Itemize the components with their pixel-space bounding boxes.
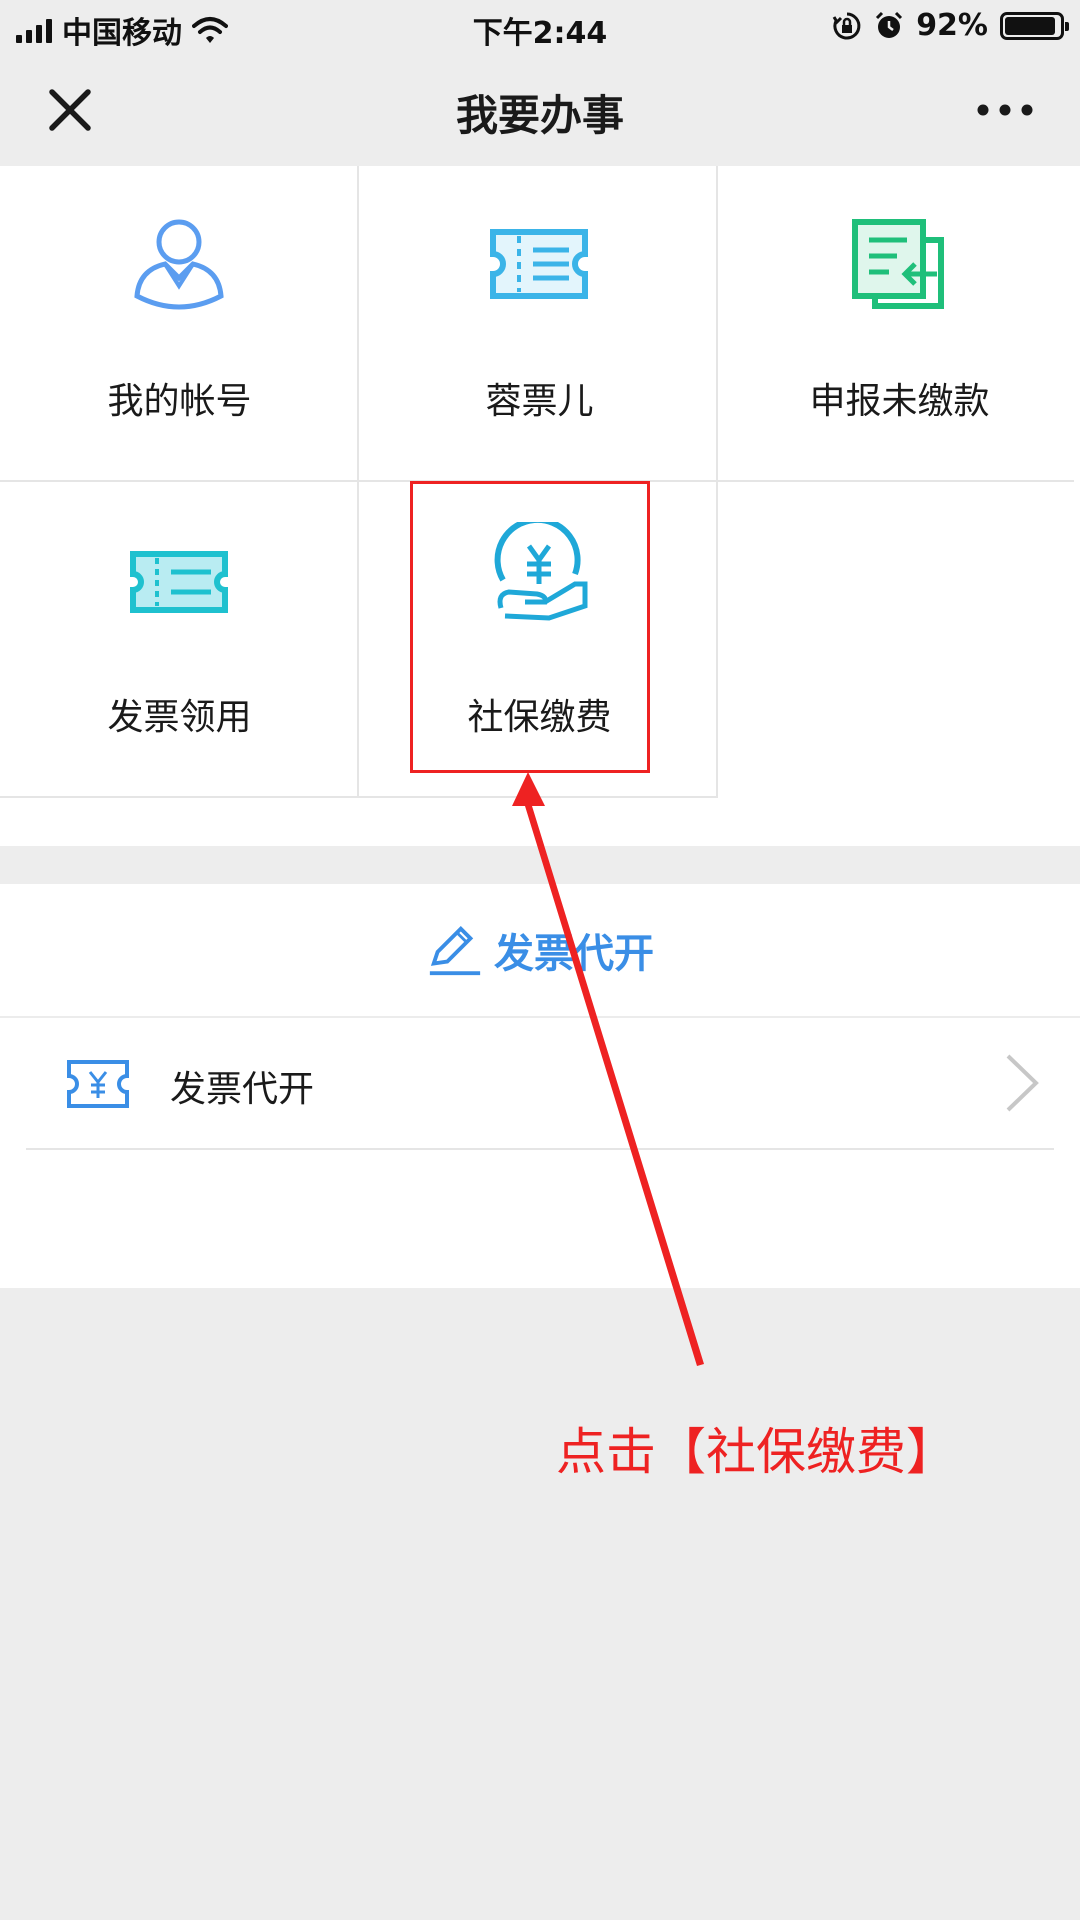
status-right: 92% <box>832 8 1069 43</box>
ticket-icon <box>490 229 588 299</box>
status-bar: 中国移动 下午2:44 92% <box>0 0 1080 54</box>
grid-item-label: 蓉票儿 <box>485 381 594 422</box>
nav-bar: 我要办事 <box>0 54 1080 166</box>
section-title: 发票代开 <box>494 931 654 977</box>
grid-item-my-account[interactable]: 我的帐号 <box>0 166 359 482</box>
grid-item-rongpiaoer[interactable]: 蓉票儿 <box>360 166 719 482</box>
user-icon <box>134 219 224 310</box>
chevron-right-icon <box>1006 1054 1039 1112</box>
invoice-ticket-icon <box>130 551 228 613</box>
annotation-highlight-box <box>410 481 650 773</box>
grid-item-label: 我的帐号 <box>107 381 252 422</box>
invoice-section: 发票代开 发票代开 <box>0 884 1080 1288</box>
rotation-lock-icon <box>832 12 861 39</box>
grid-item-invoice-claim[interactable]: 发票领用 <box>0 482 359 798</box>
grid-item-label: 发票领用 <box>107 697 252 738</box>
grid-item-unpaid-declaration[interactable]: 申报未缴款 <box>720 166 1079 482</box>
list-item-label: 发票代开 <box>170 1069 315 1110</box>
pen-icon <box>429 925 481 976</box>
yuan-ticket-icon <box>67 1060 129 1108</box>
battery-icon <box>1000 11 1069 40</box>
page-title: 我要办事 <box>455 91 624 140</box>
more-icon[interactable] <box>970 80 1040 140</box>
grid-divider <box>716 166 718 798</box>
grid-item-label: 申报未缴款 <box>809 381 990 422</box>
alarm-icon <box>876 11 903 38</box>
section-header: 发票代开 <box>0 884 1080 1016</box>
annotation-text: 点击【社保缴费】 <box>556 1423 956 1481</box>
list-divider <box>26 1148 1054 1150</box>
grid-divider <box>357 166 359 798</box>
grid-divider <box>0 796 718 798</box>
list-item-invoice-issuance[interactable]: 发票代开 <box>0 1018 1080 1148</box>
battery-percent: 92% <box>916 8 988 43</box>
document-return-icon <box>852 219 944 309</box>
